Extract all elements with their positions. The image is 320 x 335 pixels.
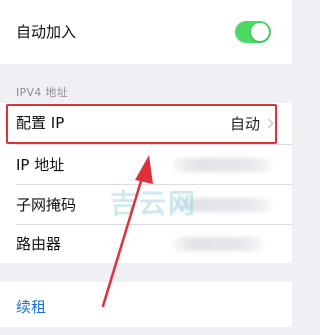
red-arrow-annotation	[101, 155, 153, 308]
